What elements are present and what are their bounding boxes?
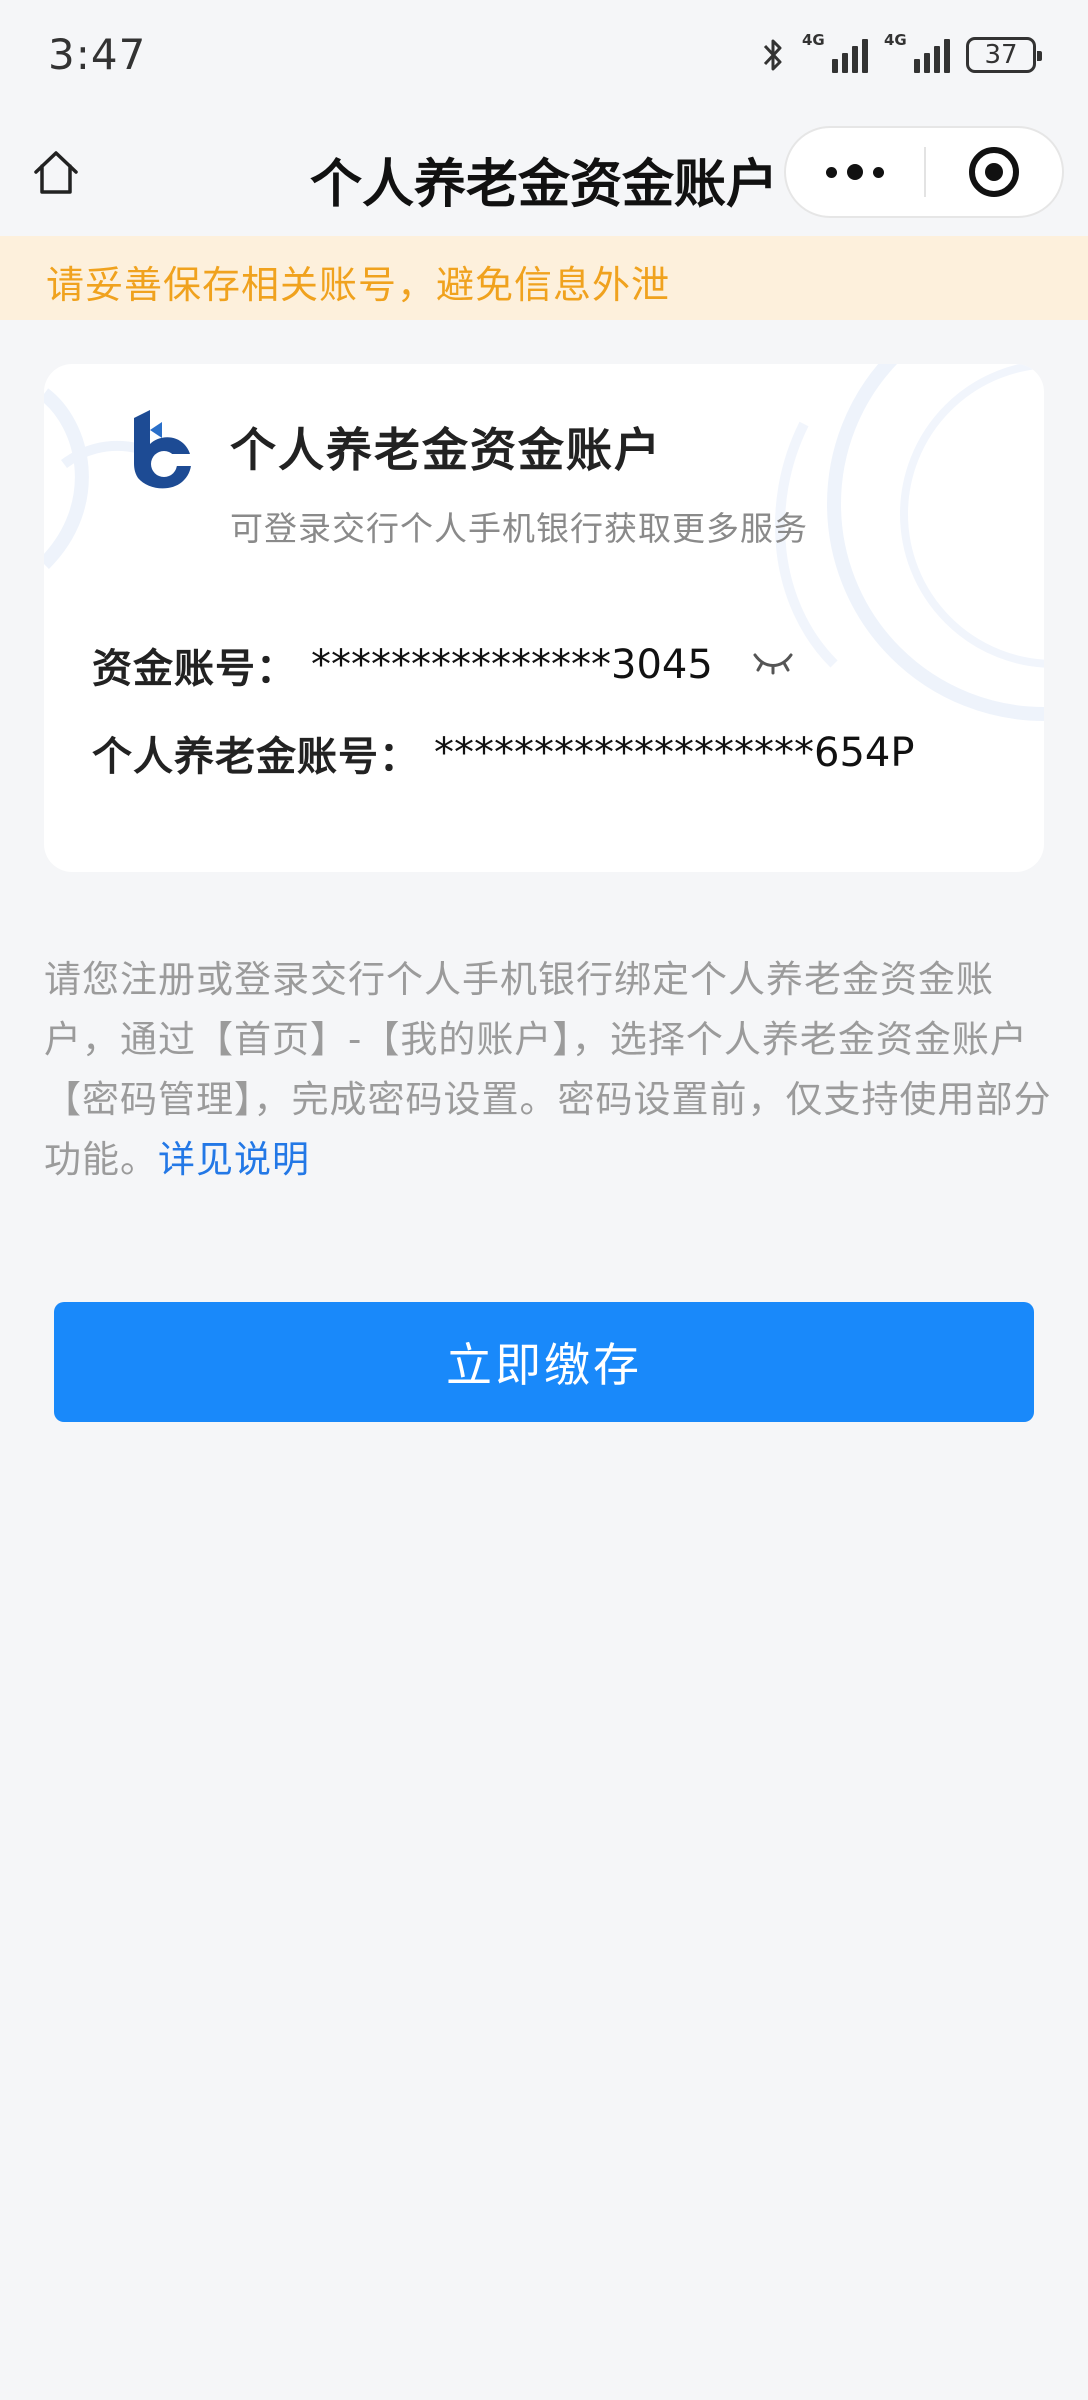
page: 3:47 4G 4G 37 个人养老金资金账户 请妥善保存相关账号，避免信息外泄… bbox=[0, 0, 1088, 2400]
account-card: 个人养老金资金账户 可登录交行个人手机银行获取更多服务 资金账号： ******… bbox=[44, 364, 1044, 872]
pension-account-row: 个人养老金账号： *******************654P bbox=[92, 724, 914, 782]
status-bar: 3:47 4G 4G 37 bbox=[0, 0, 1088, 112]
eye-closed-icon[interactable] bbox=[751, 645, 795, 679]
pension-account-value: *******************654P bbox=[434, 730, 915, 776]
nav-bar: 个人养老金资金账户 bbox=[0, 112, 1088, 236]
status-icons: 4G 4G 37 bbox=[760, 31, 1042, 76]
fund-account-value: ***************3045 bbox=[311, 642, 713, 688]
signal-strength-icon: 4G bbox=[884, 31, 950, 73]
fund-account-row: 资金账号： ***************3045 bbox=[92, 636, 795, 694]
mini-program-capsule bbox=[784, 126, 1064, 218]
battery-icon: 37 bbox=[966, 37, 1042, 73]
bluetooth-icon bbox=[763, 39, 782, 71]
instructions-text: 请您注册或登录交行个人手机银行绑定个人养老金资金账户，通过【首页】-【我的账户】… bbox=[44, 950, 1054, 1190]
pension-account-label: 个人养老金账号： bbox=[92, 734, 420, 780]
signal-strength-icon: 4G bbox=[802, 31, 868, 73]
notice-text: 请妥善保存相关账号，避免信息外泄 bbox=[46, 263, 671, 307]
details-link[interactable]: 详见说明 bbox=[158, 1138, 310, 1181]
more-dots-icon bbox=[826, 166, 837, 178]
card-subtitle: 可登录交行个人手机银行获取更多服务 bbox=[230, 509, 808, 548]
target-close-icon bbox=[968, 147, 1019, 197]
battery-level: 37 bbox=[984, 40, 1018, 70]
card-title: 个人养老金资金账户 bbox=[230, 423, 662, 477]
deposit-now-button[interactable]: 立即缴存 bbox=[54, 1302, 1034, 1422]
more-button[interactable] bbox=[786, 128, 924, 216]
close-button[interactable] bbox=[926, 128, 1062, 216]
status-time: 3:47 bbox=[48, 30, 147, 79]
fund-account-label: 资金账号： bbox=[92, 646, 297, 692]
notice-bar: 请妥善保存相关账号，避免信息外泄 bbox=[0, 236, 1088, 320]
bank-logo-icon bbox=[134, 410, 192, 489]
